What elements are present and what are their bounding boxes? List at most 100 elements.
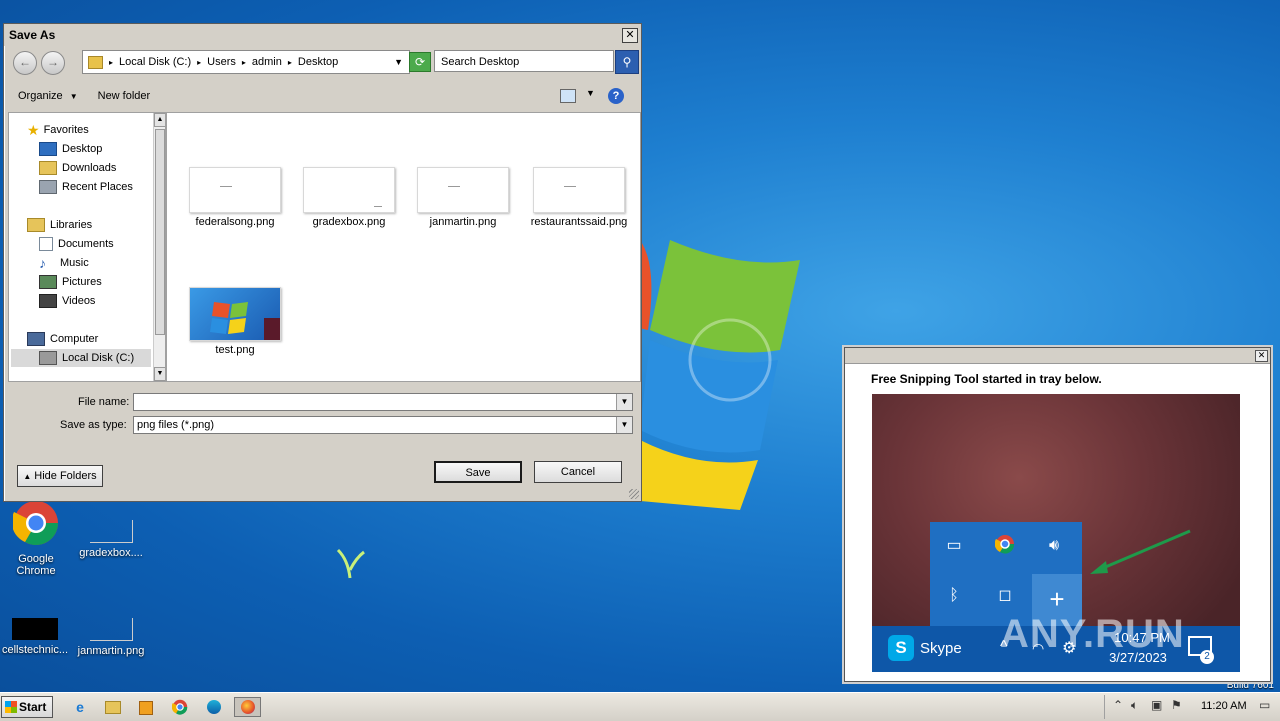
close-button[interactable]: ✕ <box>622 28 638 43</box>
scroll-up-icon[interactable]: ▲ <box>154 113 165 127</box>
file-item[interactable]: federalsong.png <box>187 167 283 228</box>
volume-icon[interactable]: 🔈︎ <box>1131 698 1138 713</box>
address-bar[interactable]: ▸ Local Disk (C:) ▸ Users ▸ admin ▸ Desk… <box>82 50 410 74</box>
chevron-right-icon: ▸ <box>197 57 202 67</box>
chrome-icon[interactable] <box>169 697 191 717</box>
file-item[interactable]: restaurantssaid.png <box>529 167 629 228</box>
file-item[interactable]: test.png <box>187 287 283 356</box>
snip-message: Free Snipping Tool started in tray below… <box>871 372 1102 386</box>
start-label: Start <box>19 700 47 714</box>
windows-logo-icon <box>5 701 17 713</box>
breadcrumb-users[interactable]: Users <box>207 56 236 68</box>
breadcrumb-local-disk[interactable]: Local Disk (C:) <box>119 56 191 68</box>
black-file-icon <box>12 618 58 640</box>
computer-icon <box>27 332 45 346</box>
show-desktop-icon[interactable]: ▭ <box>1259 698 1270 712</box>
nav-item-pictures[interactable]: Pictures <box>39 273 102 291</box>
nav-item-libraries[interactable]: Libraries <box>27 216 92 234</box>
save-button[interactable]: Save <box>434 461 522 483</box>
new-folder-button[interactable]: New folder <box>98 90 151 102</box>
resize-grip[interactable] <box>629 489 639 499</box>
nav-scrollbar[interactable]: ▲ ▼ <box>153 113 165 381</box>
nav-item-desktop[interactable]: Desktop <box>39 140 102 158</box>
chevron-down-icon[interactable]: ▼ <box>616 394 632 410</box>
back-button[interactable]: ← <box>13 51 37 75</box>
search-input[interactable]: Search Desktop <box>434 50 614 72</box>
nav-item-documents[interactable]: Documents <box>39 235 114 253</box>
desktop-icon-google-chrome[interactable]: Google Chrome <box>0 500 76 577</box>
media-player-icon[interactable] <box>135 697 157 717</box>
search-button[interactable]: ⚲ <box>615 50 639 74</box>
breadcrumb-desktop[interactable]: Desktop <box>298 56 338 68</box>
explorer-icon[interactable] <box>102 697 124 717</box>
scroll-down-icon[interactable]: ▼ <box>154 367 165 381</box>
taskbar: Start e ⌃ 🔈︎ ▣ ⚑ 11:20 AM ▭ <box>0 692 1280 721</box>
bluetooth-icon: ᛒ <box>949 587 959 604</box>
nav-label: Desktop <box>62 143 103 155</box>
nav-item-music[interactable]: ♪ Music <box>39 254 89 272</box>
hide-folders-button[interactable]: ▲ Hide Folders <box>17 465 103 487</box>
libraries-icon <box>27 218 45 232</box>
chevron-down-icon[interactable]: ▼ <box>616 417 632 433</box>
image-thumbnail <box>189 167 281 213</box>
windows-logo-icon <box>210 302 280 340</box>
nav-item-videos[interactable]: Videos <box>39 292 95 310</box>
organize-button[interactable]: Organize ▼ <box>18 90 78 102</box>
save-as-type-select[interactable]: png files (*.png) ▼ <box>133 416 633 434</box>
desktop-icon-janmartin[interactable]: janmartin.png <box>71 618 151 657</box>
save-as-dialog: Save As ✕ ← → ▸ Local Disk (C:) ▸ Users … <box>3 23 642 502</box>
recent-places-icon <box>39 180 57 194</box>
start-button[interactable]: Start <box>1 696 53 718</box>
close-button[interactable]: ✕ <box>1255 350 1268 362</box>
nav-item-favorites[interactable]: ★ Favorites <box>27 121 89 139</box>
back-arrow-icon: ← <box>19 55 31 69</box>
file-item[interactable]: gradexbox.png <box>301 167 397 228</box>
nav-item-recent-places[interactable]: Recent Places <box>39 178 133 196</box>
desktop-icon-cellstechnic[interactable]: cellstechnic... <box>0 618 75 656</box>
view-icon[interactable] <box>560 89 576 103</box>
file-item[interactable]: janmartin.png <box>415 167 511 228</box>
command-toolbar: Organize ▼ New folder <box>4 82 641 110</box>
nav-label: Local Disk (C:) <box>62 352 135 364</box>
nav-label: Documents <box>58 238 114 250</box>
nav-item-local-disk[interactable]: Local Disk (C:) <box>11 349 151 367</box>
nav-label: Downloads <box>62 162 117 174</box>
edge-icon[interactable] <box>203 697 225 717</box>
downloads-icon <box>39 161 57 175</box>
nav-item-computer[interactable]: Computer <box>27 330 98 348</box>
desktop-icon-label: cellstechnic... <box>1 644 69 656</box>
chevron-up-icon: ▲ <box>23 472 32 481</box>
scroll-thumb[interactable] <box>155 129 165 335</box>
firefox-icon[interactable] <box>234 697 261 717</box>
desktop-icon-gradexbox[interactable]: gradexbox.... <box>71 520 151 559</box>
chevron-right-icon: ▸ <box>109 57 114 67</box>
chevron-right-icon: ▸ <box>241 57 246 67</box>
organize-label: Organize <box>18 90 63 102</box>
breadcrumb-admin[interactable]: admin <box>252 56 282 68</box>
cancel-button[interactable]: Cancel <box>534 461 622 483</box>
network-icon[interactable]: ▣ <box>1151 698 1162 712</box>
help-icon[interactable]: ? <box>608 88 624 104</box>
file-name: test.png <box>215 344 255 356</box>
chevron-down-icon[interactable]: ▼ <box>394 57 403 67</box>
refresh-button[interactable]: ⟳ <box>409 52 431 72</box>
clock[interactable]: 11:20 AM <box>1201 700 1247 712</box>
image-file-icon <box>89 520 133 543</box>
chevron-down-icon[interactable]: ▼ <box>586 88 595 98</box>
hide-folders-label: Hide Folders <box>34 470 97 482</box>
image-thumbnail <box>303 167 395 213</box>
skype-label: Skype <box>920 640 962 657</box>
file-name-field[interactable]: ▼ <box>133 393 633 411</box>
forward-button[interactable]: → <box>41 51 65 75</box>
nav-label: Recent Places <box>62 181 133 193</box>
image-thumbnail <box>417 167 509 213</box>
action-center-flag-icon[interactable]: ⚑ <box>1171 698 1182 712</box>
pictures-icon <box>39 275 57 289</box>
videos-icon <box>39 294 57 308</box>
nav-label: Pictures <box>62 276 102 288</box>
forward-arrow-icon: → <box>47 55 59 69</box>
file-name: restaurantssaid.png <box>530 216 628 228</box>
ie-icon[interactable]: e <box>69 697 91 717</box>
nav-item-downloads[interactable]: Downloads <box>39 159 116 177</box>
chevron-up-icon[interactable]: ⌃ <box>1113 698 1123 712</box>
